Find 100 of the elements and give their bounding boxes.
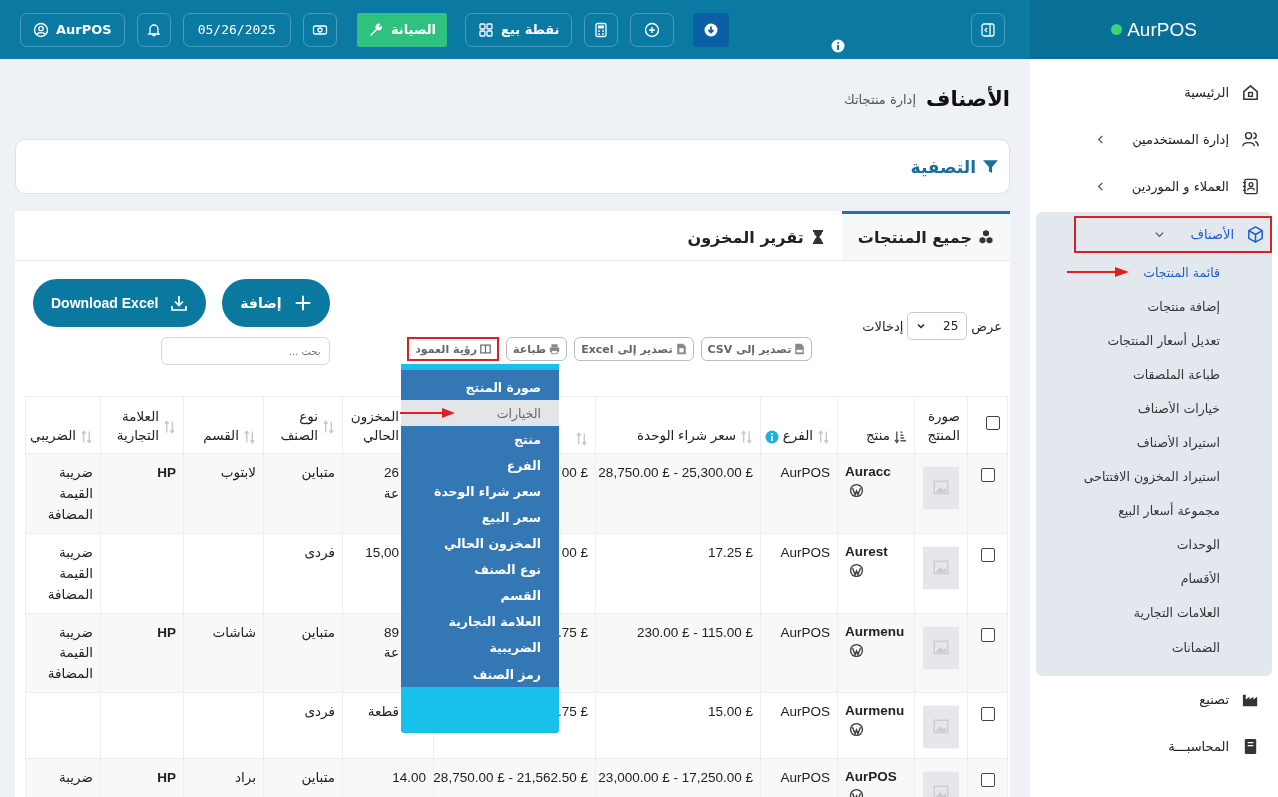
- download-excel-button[interactable]: Download Excel: [33, 279, 207, 327]
- table-cell-text: ضريبة القيمة المضافة: [46, 623, 93, 684]
- page-size-select[interactable]: 25: [907, 312, 968, 340]
- menu-item[interactable]: منتج: [401, 426, 559, 453]
- table-cell-text: شاشات: [212, 623, 256, 642]
- column-header[interactable]: منتج: [865, 427, 890, 446]
- filter-card[interactable]: التصفية: [15, 139, 1010, 194]
- sidebar-item[interactable]: إدارة المستخدمين: [1041, 116, 1267, 163]
- table-cell-text: متباين: [301, 464, 335, 483]
- table-cell-text: قطعة: [367, 703, 399, 722]
- table-cell-text: .75 £: [557, 703, 588, 722]
- menu-item[interactable]: نوع الصنف: [401, 556, 559, 583]
- sidebar-item[interactable]: الأصناف: [1074, 216, 1272, 253]
- user-button[interactable]: AurPOS: [20, 12, 125, 47]
- submenu-item[interactable]: الوحدات: [1176, 537, 1220, 553]
- menu-item[interactable]: رمز الصنف: [401, 661, 559, 688]
- sidebar-item[interactable]: تصنيع: [1041, 676, 1267, 724]
- toolbar-button[interactable]: رؤية العمود: [407, 337, 499, 361]
- bell-icon: [145, 21, 162, 38]
- sidebar-toggle-button[interactable]: [971, 12, 1005, 47]
- submenu-item[interactable]: تعديل أسعار المنتجات: [1107, 332, 1220, 348]
- cash-button[interactable]: [302, 12, 337, 47]
- menu-item[interactable]: سعر شراء الوحدة: [401, 478, 559, 505]
- calculator-button[interactable]: [584, 12, 619, 47]
- row-checkbox[interactable]: [980, 627, 995, 642]
- product-name[interactable]: Auracc: [845, 464, 891, 479]
- table-cell-text: 26 عة: [383, 464, 399, 503]
- table-cell-text: AurPOS: [780, 543, 830, 562]
- product-name[interactable]: Aurmenu: [845, 703, 905, 719]
- submenu-item[interactable]: الأقسام: [1180, 571, 1220, 587]
- menu-item[interactable]: الخيارات: [401, 400, 559, 427]
- menu-item[interactable]: الفرع: [401, 452, 559, 479]
- column-header[interactable]: الفرع: [782, 427, 813, 446]
- table-cell-text: ضريبة: [59, 769, 93, 788]
- image-placeholder-icon: [923, 464, 959, 512]
- sidebar-item[interactable]: الرئيسية: [1041, 69, 1267, 116]
- submenu-item[interactable]: مجموعة أسعار البيع: [1118, 503, 1220, 519]
- search-field[interactable]: بحث ...: [160, 337, 330, 365]
- toolbar-button[interactable]: تصدير إلى CSV: [700, 337, 813, 361]
- table-cell-text: 00 £: [561, 464, 588, 482]
- contact-book-icon: [1241, 177, 1260, 196]
- wordpress-icon: [849, 562, 864, 578]
- submenu-item[interactable]: إضافة منتجات: [1147, 298, 1220, 314]
- wordpress-icon: [849, 642, 864, 658]
- columns-icon: [480, 343, 491, 355]
- info-icon: [831, 39, 845, 53]
- menu-item[interactable]: صورة المنتج: [401, 374, 559, 401]
- submenu-item[interactable]: قائمة المنتجات: [1143, 264, 1220, 280]
- tab[interactable]: تقرير المخزون: [671, 211, 842, 260]
- row-checkbox[interactable]: [980, 468, 995, 482]
- filter-icon: [982, 158, 999, 175]
- submenu-item[interactable]: استيراد الأصناف: [1136, 435, 1220, 450]
- table-cell-text: متباين: [301, 623, 335, 643]
- submenu-item[interactable]: استيراد المخزون الافتتاحى: [1083, 469, 1220, 485]
- row-checkbox[interactable]: [980, 707, 995, 722]
- app-logo[interactable]: AurPOS: [1111, 18, 1197, 41]
- table-cell-text: فردى: [304, 543, 335, 562]
- sidebar-item[interactable]: العملاء و الموردين: [1041, 163, 1267, 210]
- product-name[interactable]: Aurmenu: [845, 623, 905, 639]
- sidebar-item[interactable]: المحاسبـــة: [1041, 723, 1267, 771]
- length-label: عرض: [971, 318, 1002, 334]
- submenu-item[interactable]: طباعة الملصقات: [1132, 366, 1220, 382]
- table-cell-text: 28,750.00 £ - 25,300.00 £: [598, 464, 753, 482]
- table-cell-text: 23,000.00 £ - 17,250.00 £: [598, 769, 753, 788]
- menu-item[interactable]: سعر البيع: [401, 504, 559, 531]
- submenu-item[interactable]: خيارات الأصناف: [1137, 400, 1220, 416]
- menu-item[interactable]: القسم: [401, 582, 559, 609]
- toolbar-button[interactable]: تصدير إلى Excel: [574, 337, 694, 361]
- row-checkbox[interactable]: [980, 773, 995, 788]
- add-product-button[interactable]: إضافة: [222, 279, 330, 327]
- add-button[interactable]: [630, 12, 675, 47]
- table-cell-text: 15.00 £: [707, 703, 753, 722]
- chevron-icon: [1153, 229, 1165, 240]
- length-label: إدخالات: [862, 318, 904, 334]
- date-button[interactable]: 05/26/2025: [182, 12, 291, 47]
- table-cell-text: ضريبة القيمة المضافة: [46, 464, 93, 524]
- plus-icon: [293, 294, 312, 312]
- table-cell-text: .75 £: [557, 623, 588, 642]
- tab[interactable]: جميع المنتجات: [841, 211, 1010, 260]
- toolbar-button[interactable]: طباعة: [506, 337, 568, 361]
- table-cell-text: فردى: [304, 703, 335, 722]
- menu-item[interactable]: المخزون الحالي: [401, 530, 559, 557]
- select-all-checkbox[interactable]: [986, 416, 1000, 430]
- cube-icon: [1246, 225, 1265, 244]
- cubes-icon: [978, 229, 994, 245]
- users-icon: [1241, 130, 1260, 149]
- table-cell-text: 89 عة: [383, 623, 399, 663]
- submenu-item[interactable]: الضمانات: [1171, 639, 1220, 655]
- sort-descending-icon[interactable]: [894, 429, 907, 444]
- column-header[interactable]: القسم: [203, 427, 239, 446]
- column-header[interactable]: سعر شراء الوحدة: [637, 427, 736, 446]
- submenu-item[interactable]: العلامات التجارية: [1133, 605, 1220, 621]
- pos-button[interactable]: نقطة بيع: [465, 12, 573, 47]
- notifications-button[interactable]: [136, 12, 171, 47]
- product-name[interactable]: Aurest: [845, 543, 888, 559]
- menu-item[interactable]: العلامة التجارية: [401, 608, 559, 635]
- download-button[interactable]: [693, 12, 730, 47]
- table-cell-text: براد: [235, 769, 256, 788]
- menu-item[interactable]: الضريبية: [401, 634, 559, 662]
- row-checkbox[interactable]: [980, 547, 995, 562]
